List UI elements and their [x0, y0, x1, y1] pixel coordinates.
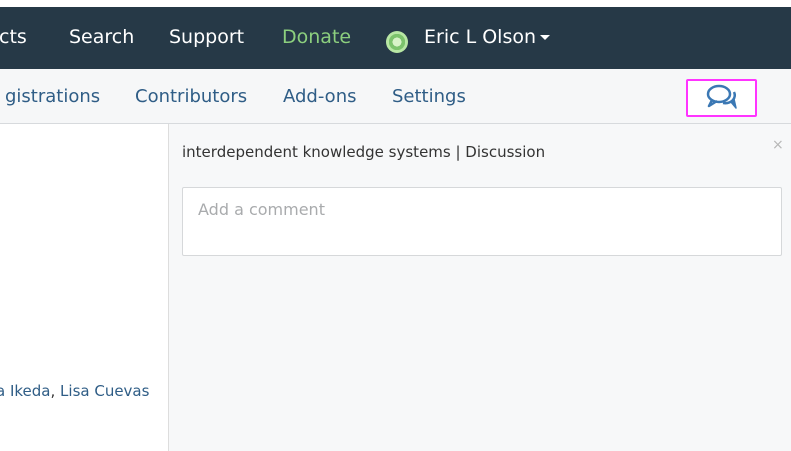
comments-toggle-button[interactable] — [686, 79, 757, 117]
tab-contributors[interactable]: Contributors — [135, 86, 247, 107]
comments-title: interdependent knowledge systems | Discu… — [182, 143, 546, 161]
contributor-link[interactable]: Lisa Cuevas — [60, 382, 149, 400]
nav-item-projects[interactable]: cts — [0, 26, 27, 48]
avatar[interactable] — [386, 31, 408, 53]
contributors-list: a Ikeda, Lisa Cuevas — [0, 382, 168, 400]
user-menu[interactable]: Eric L Olson — [424, 26, 551, 48]
comments-panel: interdependent knowledge systems | Discu… — [168, 124, 791, 451]
tab-add-ons[interactable]: Add-ons — [283, 86, 356, 107]
top-navbar: cts Search Support Donate Eric L Olson — [0, 7, 791, 69]
tab-registrations[interactable]: gistrations — [5, 86, 100, 107]
nav-item-search[interactable]: Search — [69, 26, 134, 48]
nav-item-support[interactable]: Support — [169, 26, 244, 48]
project-content — [0, 124, 168, 451]
contributor-link[interactable]: a Ikeda — [0, 382, 50, 400]
chat-bubbles-icon — [705, 84, 739, 113]
contributor-separator: , — [50, 382, 56, 400]
caret-down-icon — [540, 35, 551, 40]
tab-settings[interactable]: Settings — [392, 86, 466, 107]
user-name: Eric L Olson — [424, 26, 537, 48]
comment-input[interactable] — [182, 187, 782, 256]
nav-item-donate[interactable]: Donate — [282, 26, 351, 48]
close-icon[interactable]: × — [772, 137, 784, 153]
project-subnav: gistrations Contributors Add-ons Setting… — [0, 69, 791, 124]
